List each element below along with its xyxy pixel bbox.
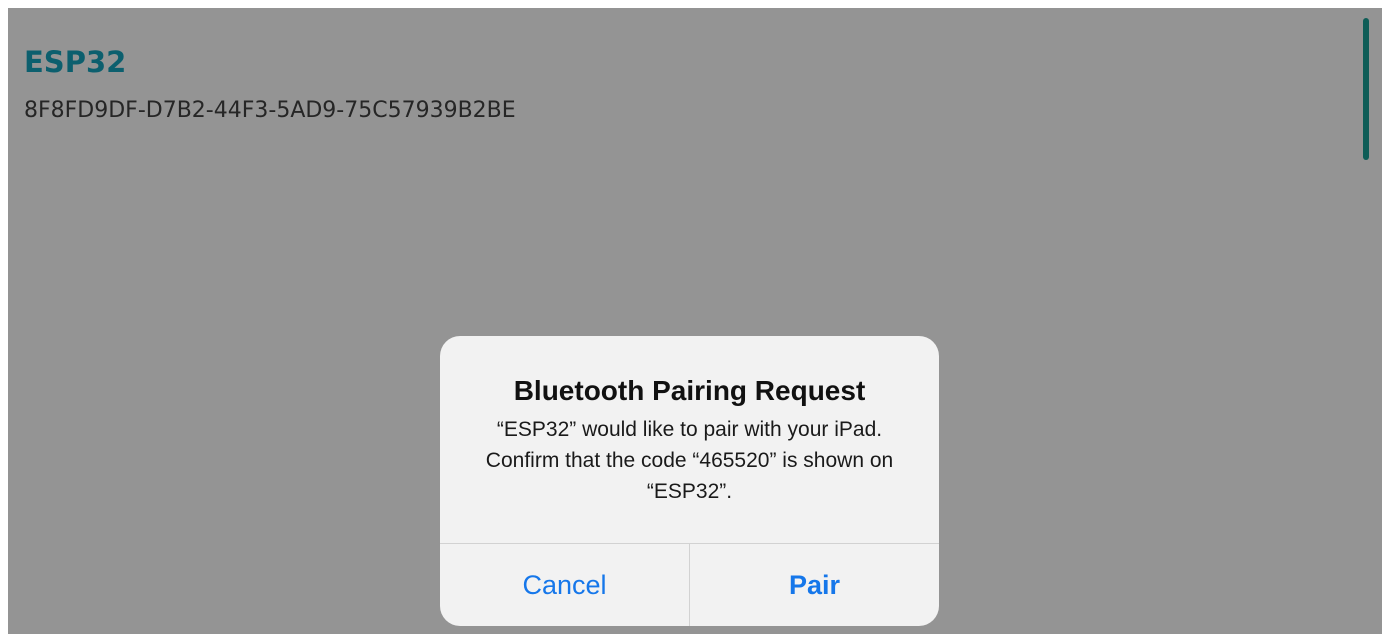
device-uuid: 8F8FD9DF-D7B2-44F3-5AD9-75C57939B2BE: [24, 98, 516, 123]
alert-actions: Cancel Pair: [440, 543, 939, 626]
alert-body: Bluetooth Pairing Request “ESP32” would …: [440, 336, 939, 543]
pair-button[interactable]: Pair: [690, 544, 939, 626]
device-name: ESP32: [24, 45, 127, 79]
pairing-alert-dialog: Bluetooth Pairing Request “ESP32” would …: [440, 336, 939, 626]
app-screen: ESP32 8F8FD9DF-D7B2-44F3-5AD9-75C57939B2…: [8, 8, 1382, 634]
scroll-indicator[interactable]: [1363, 18, 1369, 160]
device-list-item[interactable]: ESP32 8F8FD9DF-D7B2-44F3-5AD9-75C57939B2…: [24, 36, 516, 126]
alert-message: “ESP32” would like to pair with your iPa…: [485, 418, 894, 503]
cancel-button[interactable]: Cancel: [440, 544, 689, 626]
alert-title: Bluetooth Pairing Request: [513, 375, 866, 406]
